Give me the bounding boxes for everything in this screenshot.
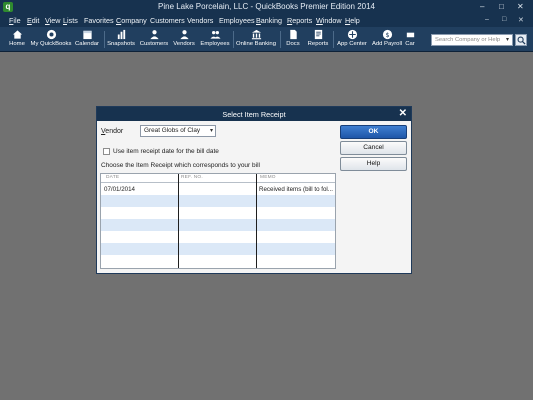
toolbar-separator <box>280 31 281 48</box>
table-header: DATE REF. NO. MEMO <box>101 174 335 183</box>
ok-button[interactable]: OK <box>340 125 407 139</box>
toolbar-home-button[interactable]: Home <box>6 28 28 51</box>
dialog-title: Select Item Receipt <box>222 110 286 119</box>
dialog-close-icon[interactable]: ✕ <box>399 108 407 119</box>
menu-reports[interactable]: Reports <box>287 16 312 25</box>
vendor-label: Vendor <box>101 128 124 135</box>
toolbar-app-center-button[interactable]: App Center <box>335 28 369 51</box>
toolbar-vendors-button[interactable]: Vendors <box>171 28 197 51</box>
calendar-icon <box>82 30 92 40</box>
app-center-icon <box>347 29 357 40</box>
column-header-ref-no[interactable]: REF. NO. <box>181 175 203 180</box>
search-scope-dropdown-icon[interactable]: ▾ <box>503 35 512 45</box>
instruction-text: Choose the Item Receipt which correspond… <box>101 162 260 169</box>
toolbar-reports-button[interactable]: Reports <box>306 28 330 51</box>
column-header-memo[interactable]: MEMO <box>260 175 276 180</box>
search-button[interactable] <box>515 34 527 46</box>
toolbar-separator <box>233 31 234 48</box>
maximize-icon[interactable]: □ <box>499 2 504 11</box>
toolbar-online-banking-button[interactable]: Online Banking <box>235 28 277 51</box>
menu-company[interactable]: Company <box>116 16 147 25</box>
search-icon <box>517 36 526 45</box>
menu-banking[interactable]: Banking <box>256 16 282 25</box>
customers-icon <box>149 30 159 40</box>
toolbar-separator <box>333 31 334 48</box>
toolbar-customers-button[interactable]: Customers <box>139 28 169 51</box>
column-divider <box>178 174 179 268</box>
car-icon <box>406 32 414 38</box>
window-title: Pine Lake Porcelain, LLC - QuickBooks Pr… <box>158 2 375 11</box>
table-row[interactable] <box>101 219 335 231</box>
toolbar-separator <box>104 31 105 48</box>
close-icon[interactable]: ✕ <box>517 2 524 11</box>
child-minimize-icon[interactable]: – <box>485 16 489 23</box>
online-banking-icon <box>251 29 261 40</box>
search-input[interactable]: Search Company or Help <box>431 34 513 46</box>
toolbar-add-payroll-button[interactable]: $ Add Payroll <box>371 28 403 51</box>
snapshots-icon <box>117 29 125 40</box>
dialog-header: Select Item Receipt ✕ <box>97 107 411 121</box>
menu-employees[interactable]: Employees <box>219 16 255 25</box>
menu-view[interactable]: View <box>45 16 60 25</box>
menu-edit[interactable]: Edit <box>27 16 39 25</box>
help-button[interactable]: Help <box>340 157 407 171</box>
column-divider <box>256 174 257 268</box>
add-payroll-icon: $ <box>382 29 392 40</box>
select-item-receipt-dialog: Select Item Receipt ✕ Vendor Great Globs… <box>96 106 412 274</box>
vendors-icon <box>179 30 189 40</box>
menu-customers[interactable]: Customers <box>150 16 185 25</box>
cancel-button[interactable]: Cancel <box>340 141 407 155</box>
toolbar-employees-button[interactable]: Employees <box>199 28 231 51</box>
chevron-down-icon: ▾ <box>209 128 213 134</box>
menu-bar: File Edit View Lists Favorites Company C… <box>0 14 533 27</box>
employees-icon <box>209 31 221 39</box>
svg-text:$: $ <box>385 31 389 39</box>
toolbar-my-quickbooks-button[interactable]: My QuickBooks <box>30 28 72 51</box>
reports-icon <box>314 29 322 40</box>
minimize-icon[interactable]: – <box>480 2 484 11</box>
menu-file[interactable]: File <box>9 16 21 25</box>
table-row[interactable]: 07/01/2014 Received items (bill to fol..… <box>101 183 335 195</box>
menu-help[interactable]: Help <box>345 16 360 25</box>
vendor-dropdown[interactable]: Great Globs of Clay ▾ <box>140 125 216 137</box>
table-row[interactable] <box>101 243 335 255</box>
table-row[interactable] <box>101 231 335 243</box>
menu-vendors[interactable]: Vendors <box>187 16 213 25</box>
toolbar-car-button[interactable]: Car <box>404 28 416 51</box>
toolbar-docs-button[interactable]: Docs <box>282 28 304 51</box>
home-icon <box>12 30 22 39</box>
child-restore-icon[interactable]: □ <box>502 16 506 23</box>
docs-icon <box>289 29 297 40</box>
title-bar: q Pine Lake Porcelain, LLC - QuickBooks … <box>0 0 533 14</box>
table-row[interactable] <box>101 195 335 207</box>
item-receipt-table: DATE REF. NO. MEMO 07/01/2014 Received i… <box>100 173 336 269</box>
menu-lists[interactable]: Lists <box>63 16 78 25</box>
table-row[interactable] <box>101 255 335 267</box>
table-row[interactable] <box>101 207 335 219</box>
column-header-date[interactable]: DATE <box>106 175 119 180</box>
toolbar-snapshots-button[interactable]: Snapshots <box>106 28 136 51</box>
menu-favorites[interactable]: Favorites <box>84 16 114 25</box>
child-close-icon[interactable]: ✕ <box>518 16 524 24</box>
menu-window[interactable]: Window <box>316 16 342 25</box>
toolbar-calendar-button[interactable]: Calendar <box>73 28 101 51</box>
quickbooks-icon <box>46 29 56 40</box>
use-receipt-date-label: Use item receipt date for the bill date <box>113 148 219 155</box>
use-receipt-date-checkbox[interactable] <box>103 148 110 155</box>
